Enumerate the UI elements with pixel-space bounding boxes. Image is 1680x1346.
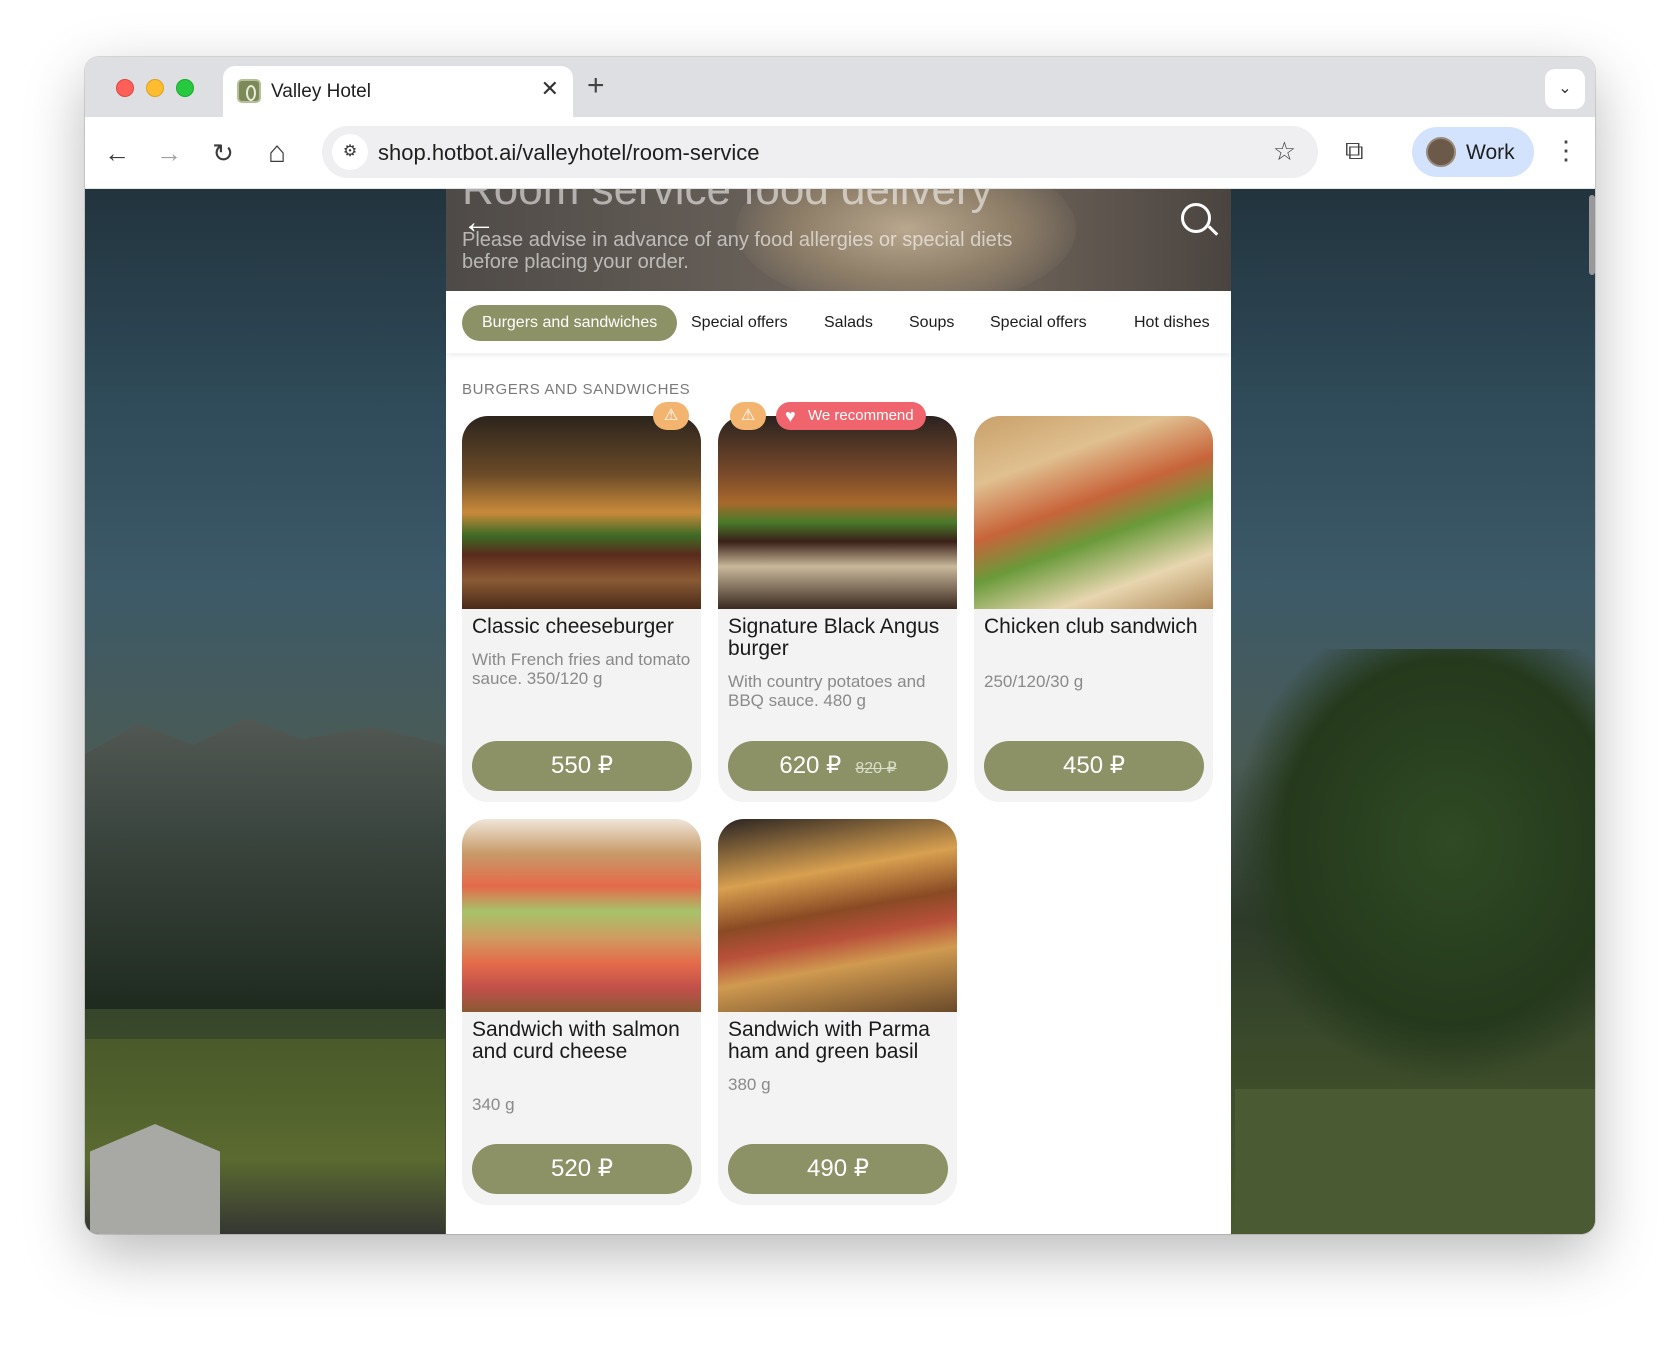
price-label: 520 ₽ — [551, 1155, 613, 1182]
browser-toolbar: ← → ↻ ⌂ ⚙ shop.hotbot.ai/valleyhotel/roo… — [85, 117, 1595, 189]
product-card[interactable]: Sandwich with salmon and curd cheese 340… — [462, 819, 701, 1205]
close-tab-icon[interactable]: ✕ — [541, 78, 559, 100]
room-service-panel: Room service food delivery ← Please advi… — [446, 189, 1231, 1234]
price-label: 450 ₽ — [1063, 752, 1125, 779]
section-heading: BURGERS AND SANDWICHES — [462, 381, 691, 398]
product-name: Sandwich with Parma ham and green basil — [728, 1018, 930, 1063]
product-card[interactable]: Sandwich with Parma ham and green basil … — [718, 819, 957, 1205]
price-label: 620 ₽ — [779, 752, 842, 779]
add-to-cart-button[interactable]: 620 ₽ 820 ₽ — [728, 741, 948, 791]
add-to-cart-button[interactable]: 520 ₽ — [472, 1144, 692, 1194]
product-card[interactable]: ⚠ ♥ We recommend Signature Black Angus bu… — [718, 402, 957, 802]
category-tabs: Burgers and sandwiches Special offers Sa… — [446, 291, 1231, 353]
tab-burgers-and-sandwiches[interactable]: Burgers and sandwiches — [462, 305, 678, 341]
avatar — [1426, 137, 1456, 167]
background-grass — [1235, 1089, 1595, 1234]
allergy-note: Please advise in advance of any food all… — [462, 229, 1013, 273]
add-to-cart-button[interactable]: 450 ₽ — [984, 741, 1204, 791]
extensions-icon[interactable]: ⧉ — [1345, 135, 1364, 167]
product-image[interactable] — [462, 819, 701, 1012]
spicy-badge-icon: ⚠ — [653, 402, 689, 430]
product-description: 380 g — [728, 1075, 771, 1094]
browser-window: Valley Hotel ✕ + ⌄ ← → ↻ ⌂ ⚙ shop.hotbot… — [85, 57, 1595, 1234]
back-icon[interactable]: ← — [99, 135, 135, 171]
spicy-badge-icon: ⚠ — [730, 402, 766, 430]
product-description: With French fries and tomato sauce. 350/… — [472, 650, 691, 688]
product-card[interactable]: Chicken club sandwich 250/120/30 g 450 ₽ — [974, 416, 1213, 802]
address-bar[interactable]: ⚙ shop.hotbot.ai/valleyhotel/room-servic… — [322, 126, 1318, 178]
old-price: 820 ₽ — [855, 760, 897, 777]
product-image[interactable] — [718, 416, 957, 609]
minimize-window-button[interactable] — [146, 79, 164, 97]
heart-icon: ♥ — [785, 406, 796, 426]
product-description: 250/120/30 g — [984, 672, 1084, 691]
product-card[interactable]: ⚠ Classic cheeseburger With French fries… — [462, 402, 701, 802]
profile-label: Work — [1466, 141, 1515, 164]
product-name: Classic cheeseburger — [472, 615, 674, 638]
product-description: 340 g — [472, 1095, 515, 1114]
product-image[interactable] — [974, 416, 1213, 609]
scrollbar[interactable] — [1589, 195, 1595, 275]
price-label: 550 ₽ — [551, 752, 613, 779]
add-to-cart-button[interactable]: 490 ₽ — [728, 1144, 948, 1194]
tab-valley-hotel[interactable]: Valley Hotel ✕ — [223, 66, 573, 117]
menu-icon[interactable]: ⋮ — [1553, 135, 1579, 166]
hero-banner: Room service food delivery ← Please advi… — [446, 189, 1231, 291]
favicon-icon — [237, 79, 261, 103]
url-text[interactable]: shop.hotbot.ai/valleyhotel/room-service — [378, 140, 760, 166]
page-title: Room service food delivery — [462, 189, 993, 214]
new-tab-button[interactable]: + — [587, 71, 605, 101]
product-description: With country potatoes and BBQ sauce. 480… — [728, 672, 926, 710]
product-name: Signature Black Angus burger — [728, 615, 940, 660]
tab-soups[interactable]: Soups — [889, 305, 974, 341]
bookmark-star-icon[interactable]: ☆ — [1273, 136, 1296, 167]
product-name: Chicken club sandwich — [984, 615, 1198, 638]
tab-title: Valley Hotel — [271, 81, 371, 102]
tab-strip: Valley Hotel ✕ + ⌄ — [85, 57, 1595, 117]
background-tree — [1235, 649, 1595, 1079]
product-name: Sandwich with salmon and curd cheese — [472, 1018, 680, 1063]
home-icon[interactable]: ⌂ — [259, 135, 295, 171]
site-info-icon[interactable]: ⚙ — [332, 134, 368, 170]
search-icon[interactable] — [1181, 203, 1211, 233]
close-window-button[interactable] — [116, 79, 134, 97]
tab-special-offers-2[interactable]: Special offers — [970, 305, 1107, 341]
chevron-down-icon[interactable]: ⌄ — [1545, 69, 1585, 109]
tab-salads[interactable]: Salads — [804, 305, 893, 341]
profile-button[interactable]: Work — [1412, 127, 1534, 177]
maximize-window-button[interactable] — [176, 79, 194, 97]
reload-icon[interactable]: ↻ — [205, 135, 241, 171]
page-viewport: Room service food delivery ← Please advi… — [85, 189, 1595, 1234]
forward-icon[interactable]: → — [151, 135, 187, 171]
recommend-label: We recommend — [808, 407, 914, 424]
add-to-cart-button[interactable]: 550 ₽ — [472, 741, 692, 791]
tab-special-offers[interactable]: Special offers — [671, 305, 808, 341]
background-mountain — [85, 718, 445, 1009]
product-image[interactable] — [718, 819, 957, 1012]
product-image[interactable] — [462, 416, 701, 609]
price-label: 490 ₽ — [807, 1155, 869, 1182]
tab-hot-dishes[interactable]: Hot dishes — [1114, 305, 1230, 341]
recommend-badge: ♥ We recommend — [776, 402, 926, 430]
